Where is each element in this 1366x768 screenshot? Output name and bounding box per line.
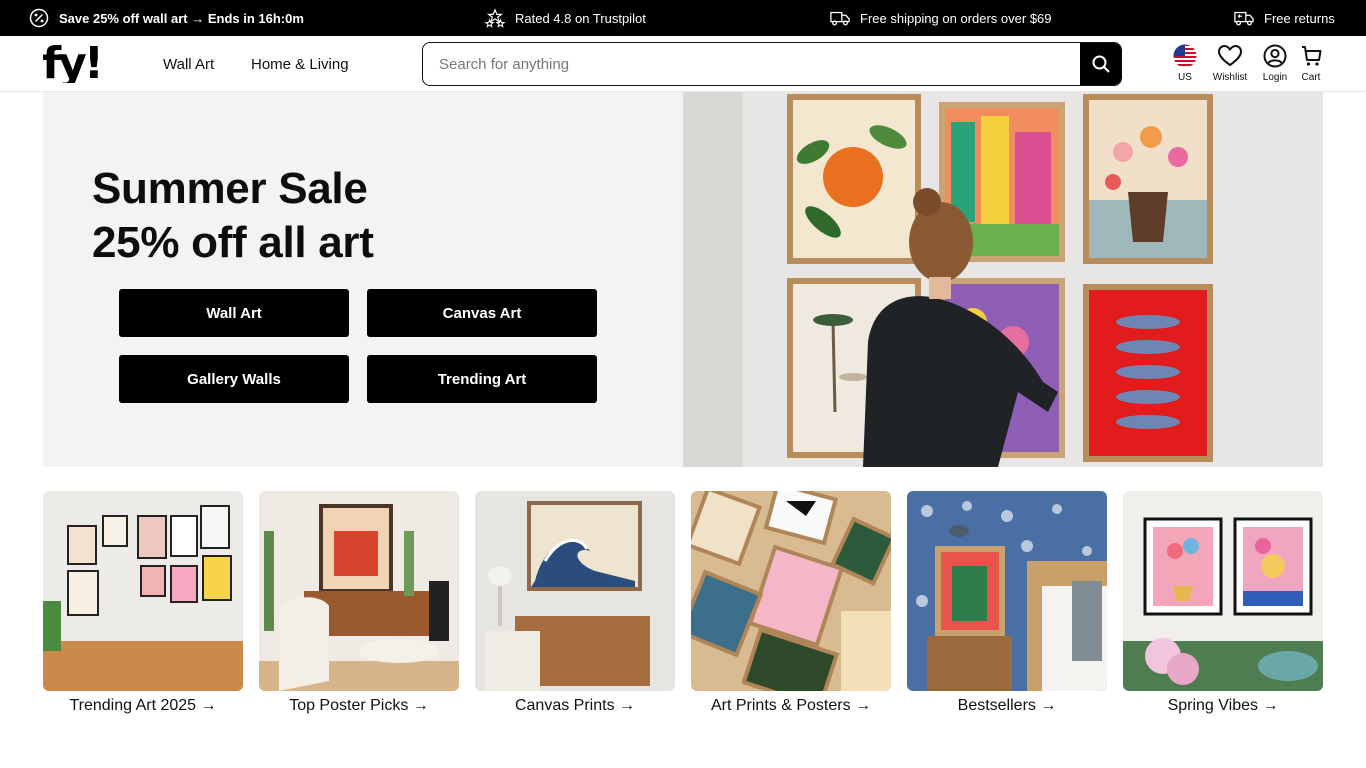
region-selector[interactable]: US [1172,42,1198,84]
fy-logo[interactable]: fy! [42,38,119,89]
category-label: Bestsellers → [957,697,1057,714]
category-image [43,491,243,691]
sale-text: Save 25% off wall art → Ends in 16h:0m [59,10,304,26]
hero-title: Summer Sale 25% off all art [92,162,374,270]
hero-text-panel: Summer Sale 25% off all art Wall Art Can… [43,92,683,467]
category-image [475,491,675,691]
category-label: Top Poster Picks → [289,697,429,714]
nav-wall-art[interactable]: Wall Art [163,36,214,92]
return-truck-icon [1234,11,1254,26]
hero-canvas-art-button[interactable]: Canvas Art [367,289,597,337]
nav-home-living[interactable]: Home & Living [251,36,349,92]
hero-title-line1: Summer Sale [92,164,368,213]
search-button[interactable] [1080,43,1121,85]
login-label: Login [1262,72,1288,83]
category-image [1123,491,1323,691]
category-trending-art-2025[interactable]: Trending Art 2025 → [43,491,243,715]
category-label: Trending Art 2025 → [69,697,217,714]
truck-icon [830,11,850,26]
wishlist-label: Wishlist [1212,72,1248,83]
category-label: Art Prints & Posters → [710,697,872,714]
category-label: Canvas Prints → [514,697,636,714]
sale-announcement[interactable]: Save 25% off wall art → Ends in 16h:0m [29,0,304,36]
sale-badge-icon [29,8,49,28]
shipping-announcement[interactable]: Free shipping on orders over $69 [830,0,1052,36]
hero-gallery-wall-illustration [683,92,1323,467]
category-image [907,491,1107,691]
category-image [259,491,459,691]
hero-banner: Summer Sale 25% off all art Wall Art Can… [43,92,1323,467]
returns-announcement[interactable]: Free returns [1234,0,1335,36]
returns-text: Free returns [1264,10,1335,26]
hero-title-line2: 25% off all art [92,218,374,267]
category-label: Spring Vibes → [1167,697,1279,714]
search-bar [422,42,1122,86]
category-image [691,491,891,691]
search-icon [1092,55,1110,73]
rating-text: Rated 4.8 on Trustpilot [515,10,646,26]
svg-text:fy!: fy! [43,45,101,83]
site-header: fy! Wall Art Home & Living Search for an… [0,36,1366,92]
shipping-text: Free shipping on orders over $69 [860,10,1052,26]
category-canvas-prints[interactable]: Canvas Prints → [475,491,675,715]
heart-icon [1217,44,1243,67]
hero-wall-art-button[interactable]: Wall Art [119,289,349,337]
cart-icon [1302,46,1322,66]
user-icon [1263,44,1287,68]
stars-icon [485,8,505,28]
cart-button[interactable]: Cart [1296,42,1326,84]
logo-mark: fy! [42,38,104,89]
category-bestsellers[interactable]: Bestsellers → [907,491,1107,715]
category-art-prints-posters[interactable]: Art Prints & Posters → [691,491,891,715]
hero-image[interactable] [683,92,1323,467]
hero-gallery-walls-button[interactable]: Gallery Walls [119,355,349,403]
category-top-poster-picks[interactable]: Top Poster Picks → [259,491,459,715]
wishlist-button[interactable]: Wishlist [1206,42,1254,84]
rating-announcement[interactable]: Rated 4.8 on Trustpilot [485,0,646,36]
region-label: US [1178,72,1192,83]
us-flag-icon [1173,44,1197,68]
search-input[interactable] [423,43,1081,85]
hero-trending-art-button[interactable]: Trending Art [367,355,597,403]
announcement-bar: Save 25% off wall art → Ends in 16h:0m R… [0,0,1366,36]
login-button[interactable]: Login [1258,42,1292,84]
category-spring-vibes[interactable]: Spring Vibes → [1123,491,1323,715]
cart-label: Cart [1301,72,1321,83]
